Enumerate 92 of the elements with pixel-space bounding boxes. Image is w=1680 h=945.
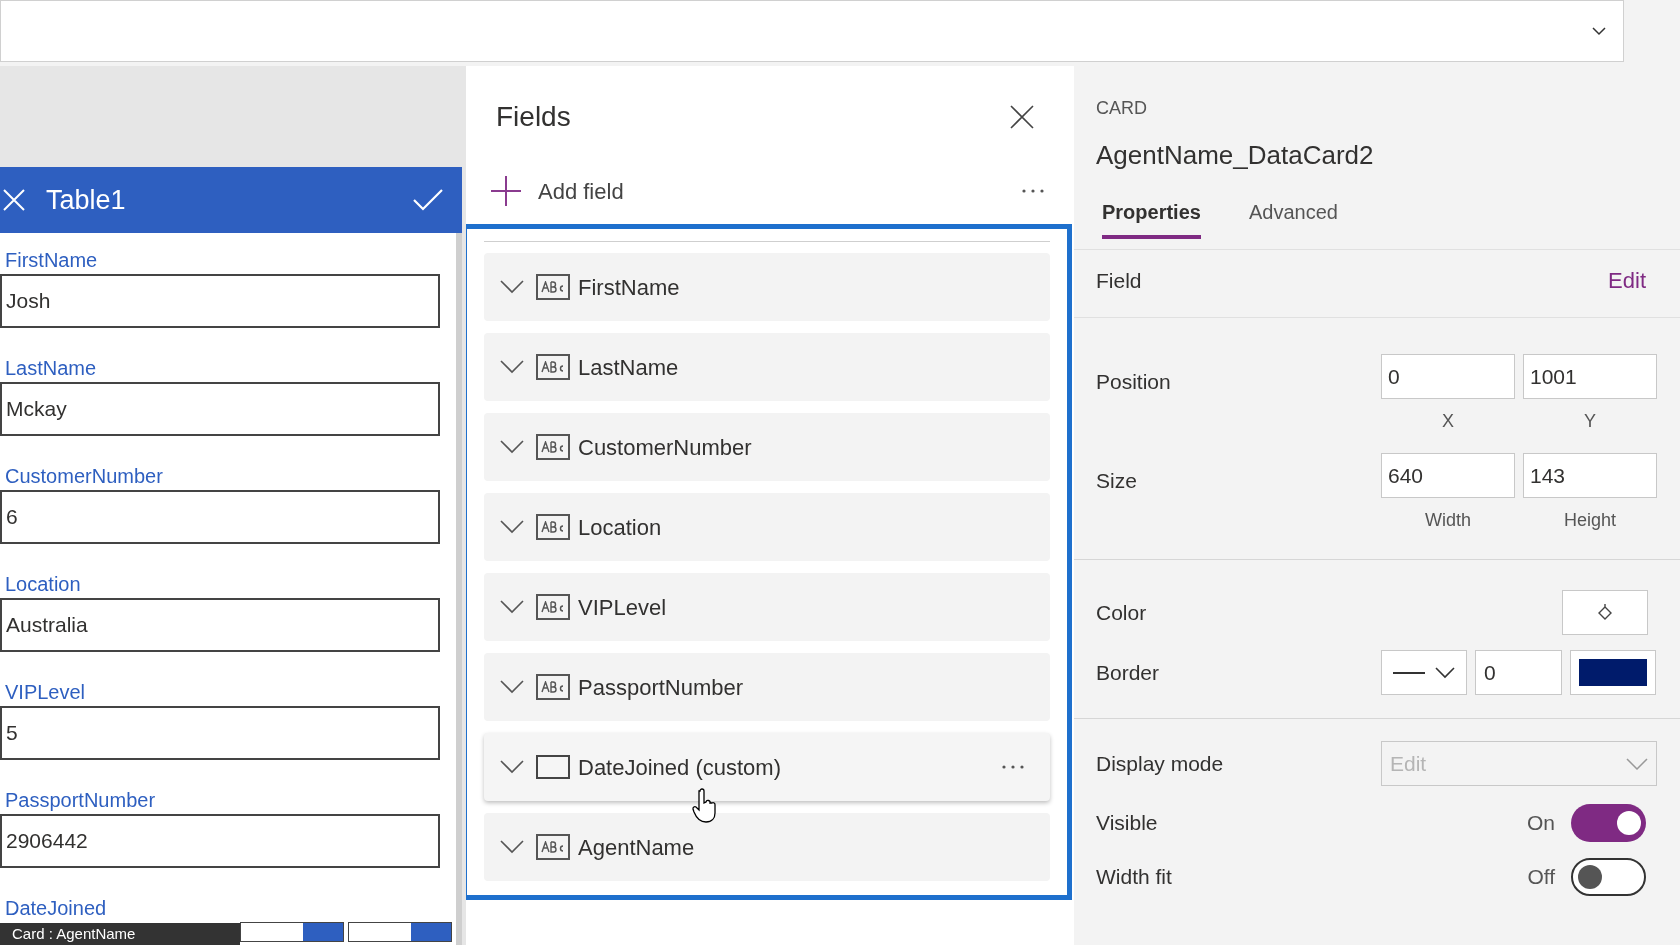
tab[interactable]: Properties: [1102, 197, 1201, 239]
field-list-item[interactable]: Location: [484, 493, 1050, 561]
field-label: DateJoined: [4, 896, 108, 921]
property-label: Position: [1096, 369, 1172, 395]
more-icon[interactable]: [1002, 765, 1024, 769]
text-field-icon: [536, 354, 570, 380]
text-field-icon: [536, 834, 570, 860]
number-input[interactable]: 143: [1523, 453, 1657, 498]
chevron-down-icon[interactable]: [500, 360, 524, 374]
field-list-item[interactable]: DateJoined (custom): [484, 733, 1050, 801]
input-caption: X: [1442, 410, 1454, 433]
field-label: CustomerNumber: [4, 464, 164, 489]
chevron-down-icon: [1591, 26, 1607, 36]
text-field-icon: [536, 434, 570, 460]
display-mode-dropdown: Edit: [1381, 741, 1657, 786]
property-label: Display mode: [1096, 750, 1225, 777]
number-input[interactable]: 640: [1381, 453, 1515, 498]
date-picker[interactable]: [240, 922, 344, 942]
field-label: VIPLevel: [4, 680, 87, 705]
text-input[interactable]: Australia: [0, 598, 440, 652]
form-title: Table1: [46, 183, 127, 217]
chevron-down-icon: [1626, 757, 1648, 770]
field-label: PassportNumber: [4, 788, 157, 813]
chevron-down-icon[interactable]: [500, 760, 524, 774]
chevron-down-icon[interactable]: [500, 680, 524, 694]
field-list-item[interactable]: AgentName: [484, 813, 1050, 881]
text-field-icon: [536, 674, 570, 700]
field-name: CustomerNumber: [578, 433, 753, 462]
edit-link[interactable]: Edit: [1608, 264, 1646, 297]
toggle-state: Off: [1527, 864, 1555, 891]
number-input[interactable]: 0: [1475, 650, 1562, 695]
number-input[interactable]: 0: [1381, 354, 1515, 399]
input-caption: Y: [1584, 410, 1596, 433]
input-caption: Width: [1425, 509, 1471, 532]
toggle-switch[interactable]: [1571, 858, 1646, 896]
toggle-state: On: [1527, 810, 1555, 837]
text-input[interactable]: 2906442: [0, 814, 440, 868]
field-list-item[interactable]: PassportNumber: [484, 653, 1050, 721]
field-name: PassportNumber: [578, 673, 745, 702]
tooltip: Card : AgentName: [0, 923, 240, 945]
property-label: Size: [1096, 468, 1138, 494]
text-input[interactable]: Josh: [0, 274, 440, 328]
field-list-item[interactable]: LastName: [484, 333, 1050, 401]
text-field-icon: [536, 514, 570, 540]
text-input[interactable]: Mckay: [0, 382, 440, 436]
close-icon[interactable]: [1010, 105, 1034, 129]
chevron-down-icon[interactable]: [500, 440, 524, 454]
plus-icon: [490, 175, 522, 207]
text-input[interactable]: 5: [0, 706, 440, 760]
input-caption: Height: [1564, 509, 1616, 532]
field-name: DateJoined (custom): [578, 753, 782, 782]
field-list-item[interactable]: VIPLevel: [484, 573, 1050, 641]
color-picker-button[interactable]: [1562, 590, 1648, 635]
chevron-down-icon[interactable]: [500, 600, 524, 614]
chevron-down-icon[interactable]: [500, 520, 524, 534]
panel-title: Fields: [496, 100, 571, 134]
hand-cursor-icon: [692, 788, 718, 824]
more-icon: [1022, 189, 1044, 193]
field-list-item[interactable]: CustomerNumber: [484, 413, 1050, 481]
property-label: Width fit: [1096, 864, 1172, 891]
field-list-item[interactable]: FirstName: [484, 253, 1050, 321]
add-field-button[interactable]: Add field: [490, 174, 624, 208]
text-field-icon: [536, 594, 570, 620]
rectangle-icon: [536, 755, 570, 779]
checkmark-icon[interactable]: [412, 188, 444, 212]
color-picker-button[interactable]: [1570, 650, 1656, 695]
field-label: Location: [4, 572, 82, 597]
property-label: Visible: [1096, 810, 1158, 837]
line-style-icon: [1393, 671, 1425, 674]
field-name: LastName: [578, 353, 680, 382]
more-options-button[interactable]: [1022, 189, 1044, 193]
property-label: Border: [1096, 659, 1161, 686]
field-name: FirstName: [578, 273, 681, 302]
chevron-down-icon[interactable]: [500, 840, 524, 854]
tab[interactable]: Advanced: [1248, 197, 1338, 239]
field-name: Location: [578, 513, 663, 542]
border-style-dropdown[interactable]: [1381, 650, 1467, 695]
card-name: AgentName_DataCard2: [1096, 139, 1375, 172]
number-input[interactable]: 1001: [1523, 354, 1657, 399]
field-name: VIPLevel: [578, 593, 668, 622]
field-label: LastName: [4, 356, 98, 381]
section-label: CARD: [1096, 97, 1148, 120]
text-field-icon: [536, 274, 570, 300]
text-input[interactable]: 6: [0, 490, 440, 544]
toggle-switch[interactable]: [1571, 804, 1646, 842]
property-label: Field: [1096, 267, 1142, 294]
field-name: AgentName: [578, 833, 696, 862]
chevron-down-icon[interactable]: [500, 280, 524, 294]
property-label: Color: [1096, 599, 1147, 626]
date-picker[interactable]: [348, 922, 452, 942]
field-label: FirstName: [4, 248, 99, 273]
chevron-down-icon: [1435, 666, 1455, 679]
